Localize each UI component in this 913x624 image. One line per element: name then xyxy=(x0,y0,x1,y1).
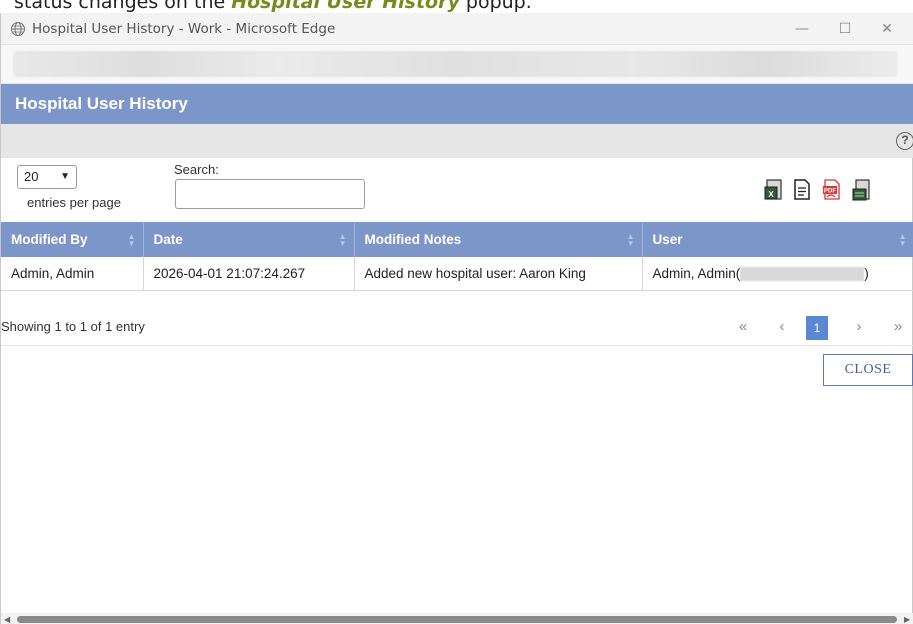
window-title: Hospital User History - Work - Microsoft… xyxy=(32,21,336,37)
page-size-select[interactable]: 20 ▼ xyxy=(17,165,77,189)
close-button[interactable]: CLOSE xyxy=(823,354,913,386)
copy-icon[interactable] xyxy=(791,178,813,202)
address-bar xyxy=(1,45,913,84)
cell-modified-notes: Added new hospital user: Aaron King xyxy=(354,257,643,291)
header-label: Modified Notes xyxy=(364,232,462,247)
horizontal-scrollbar[interactable]: ◀ ▶ xyxy=(1,613,913,624)
user-name-suffix: ) xyxy=(864,265,869,281)
help-icon[interactable]: ? xyxy=(896,132,913,150)
column-header-modified-by[interactable]: Modified By ▲ ▼ xyxy=(1,222,144,257)
document-caption: status changes on the Hospital User Hist… xyxy=(0,0,913,13)
svg-text:X: X xyxy=(768,190,774,199)
page-1-button[interactable]: 1 xyxy=(806,316,828,340)
caption-highlight: Hospital User History xyxy=(231,0,460,13)
maximize-button[interactable]: ☐ xyxy=(825,17,865,41)
entries-info: Showing 1 to 1 of 1 entry xyxy=(1,319,145,334)
url-field[interactable] xyxy=(13,51,898,77)
header-label: User xyxy=(652,232,683,247)
previous-page-button[interactable]: ‹ xyxy=(770,316,794,340)
globe-icon xyxy=(11,22,25,36)
table-controls: 20 ▼ entries per page Search: X PDF xyxy=(1,158,913,216)
cell-modified-by: Admin, Admin xyxy=(1,257,144,291)
sort-icon: ▲ ▼ xyxy=(127,232,136,248)
sort-icon: ▲ ▼ xyxy=(338,232,347,248)
column-header-modified-notes[interactable]: Modified Notes ▲ ▼ xyxy=(354,222,643,257)
close-window-button[interactable]: ✕ xyxy=(867,17,907,41)
table-row: Admin, Admin 2026-04-01 21:07:24.267 Add… xyxy=(1,257,913,291)
column-header-date[interactable]: Date ▲ ▼ xyxy=(143,222,355,257)
user-name-prefix: Admin, Admin( xyxy=(652,265,741,281)
title-bar: Hospital User History - Work - Microsoft… xyxy=(1,13,913,45)
header-label: Modified By xyxy=(11,232,88,247)
excel-export-icon[interactable]: X xyxy=(762,178,784,202)
minimize-button[interactable]: — xyxy=(782,17,822,41)
scroll-right-icon[interactable]: ▶ xyxy=(904,615,910,624)
search-input[interactable] xyxy=(175,179,365,209)
column-header-user[interactable]: User ▲ ▼ xyxy=(642,222,913,257)
table-header-row: Modified By ▲ ▼ Date ▲ ▼ Modified Notes ▲ ▼ Us… xyxy=(1,222,913,257)
svg-text:PDF: PDF xyxy=(824,189,836,195)
caption-prefix: status changes on the xyxy=(14,0,232,13)
redacted-user-id xyxy=(740,266,865,281)
cell-date: 2026-04-01 21:07:24.267 xyxy=(143,257,355,291)
cell-user: Admin, Admin() xyxy=(642,257,913,291)
last-page-button[interactable]: » xyxy=(886,316,910,340)
first-page-button[interactable]: « xyxy=(731,316,755,340)
page-size-value: 20 xyxy=(24,169,39,184)
scroll-left-icon[interactable]: ◀ xyxy=(4,615,10,624)
scrollbar-thumb[interactable] xyxy=(17,616,897,623)
per-page-label: entries per page xyxy=(27,195,121,210)
search-label: Search: xyxy=(174,162,219,177)
chevron-down-icon: ▼ xyxy=(60,171,70,182)
sort-icon: ▲ ▼ xyxy=(626,232,635,248)
popup-title: Hospital User History xyxy=(15,94,188,113)
browser-window: Hospital User History - Work - Microsoft… xyxy=(0,13,913,624)
sort-icon: ▲ ▼ xyxy=(898,232,907,248)
pdf-export-icon[interactable]: PDF xyxy=(821,178,843,202)
next-page-button[interactable]: › xyxy=(847,316,871,340)
popup-header: Hospital User History xyxy=(1,84,913,124)
header-label: Date xyxy=(153,232,183,247)
csv-export-icon[interactable] xyxy=(850,178,872,202)
table-footer: Showing 1 to 1 of 1 entry « ‹ 1 › » xyxy=(1,300,913,346)
help-bar: ? xyxy=(1,124,913,158)
caption-suffix: popup. xyxy=(459,0,532,13)
history-table: Modified By ▲ ▼ Date ▲ ▼ Modified Notes ▲ ▼ Us… xyxy=(1,222,913,291)
